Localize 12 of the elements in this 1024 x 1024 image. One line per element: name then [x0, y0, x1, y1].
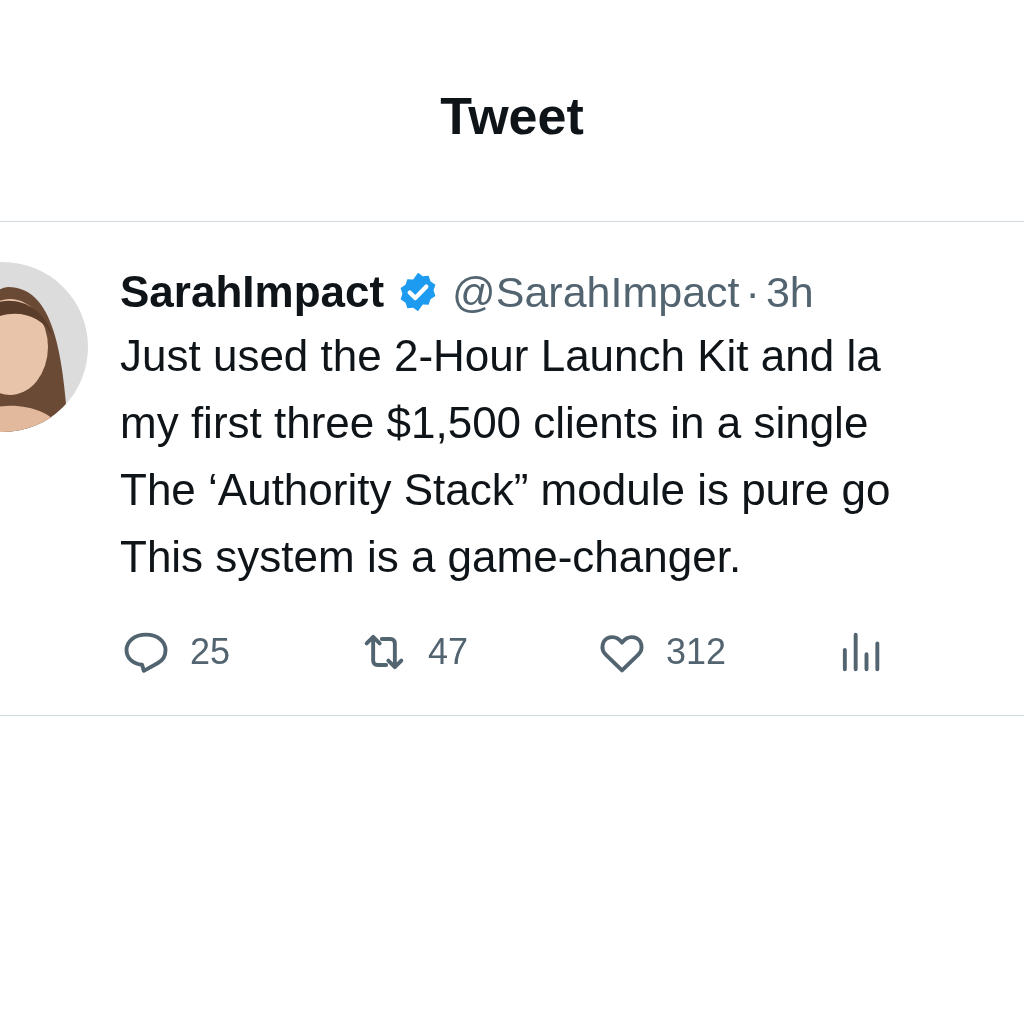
user-name[interactable]: SarahImpact — [120, 267, 385, 317]
tweet-text-line: This system is a game-changer. — [120, 531, 743, 583]
user-handle[interactable]: @SarahImpact — [452, 267, 740, 317]
tweet-text-line: Just used the 2-Hour Launch Kit and la — [120, 330, 882, 382]
tweet-text-line: The ‘Authority Stack” module is pure go — [120, 464, 891, 516]
timestamp[interactable]: 3h — [765, 267, 814, 317]
action-count: 47 — [428, 631, 469, 673]
page-title: Tweet — [440, 85, 584, 146]
action-count: 312 — [666, 631, 727, 673]
action-count: 25 — [190, 631, 231, 673]
separator: · — [745, 267, 760, 317]
tweet-text-line: my first three $1,500 clients in a single — [120, 397, 870, 449]
